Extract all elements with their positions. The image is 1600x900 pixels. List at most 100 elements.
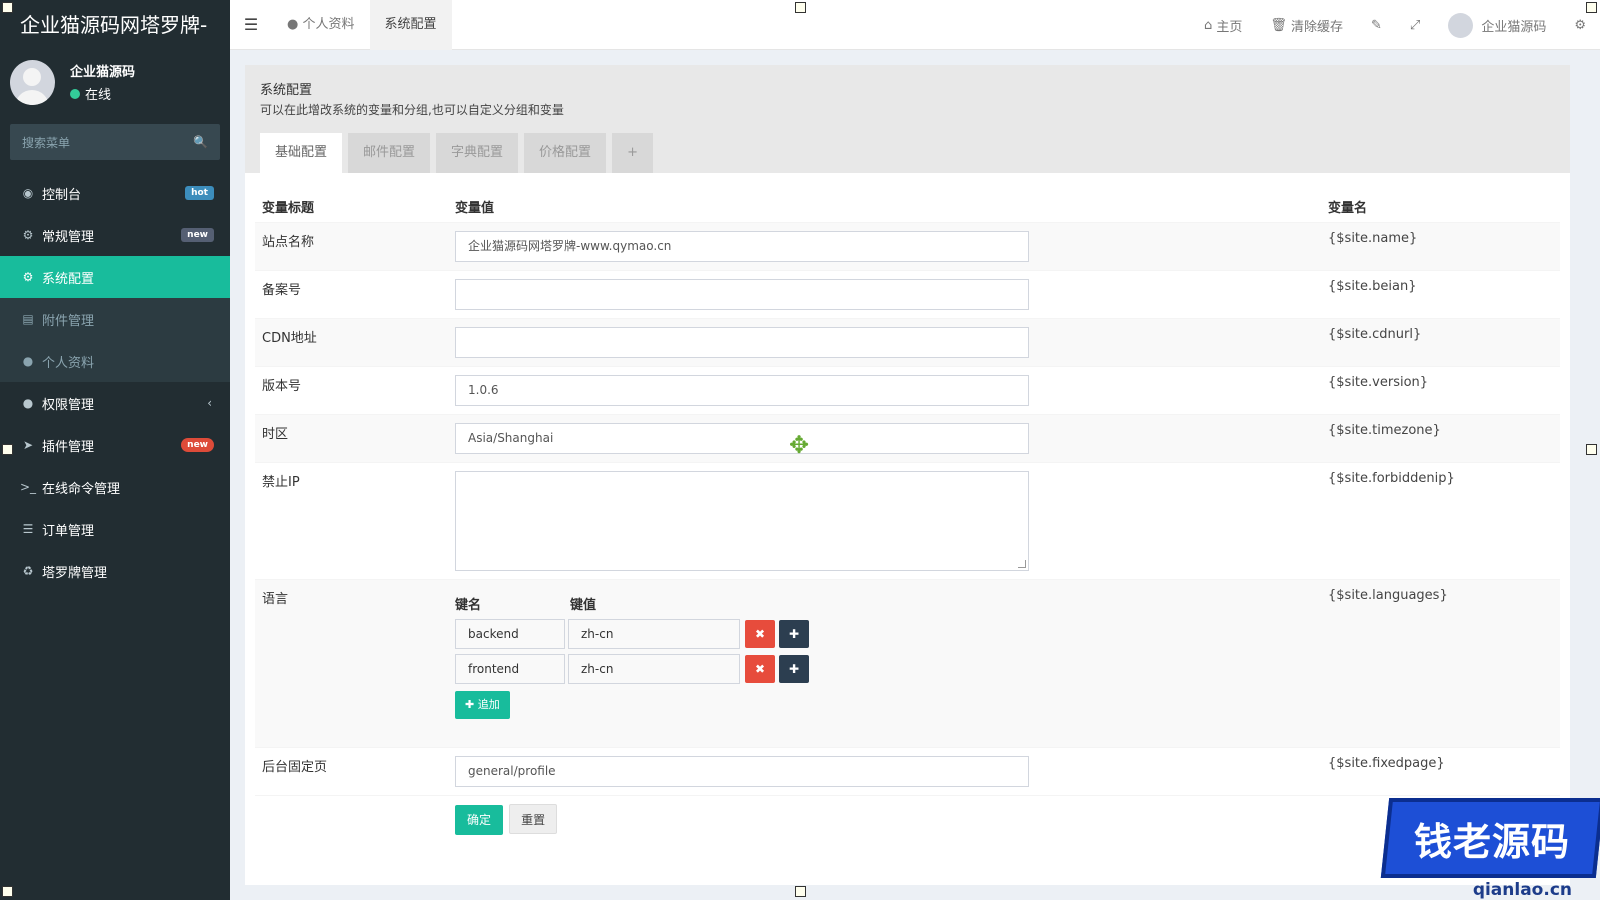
cdn-url-input[interactable] (455, 327, 1029, 358)
sidebar-item-command[interactable]: >_ 在线命令管理 (0, 466, 230, 508)
sidebar-item-attachments[interactable]: ▤ 附件管理 (0, 298, 230, 340)
settings-gear-icon[interactable]: ⚙ (1560, 18, 1600, 33)
config-table: 变量标题 变量值 变量名 站点名称 企业猫源码网塔罗牌-www.qymao.cn… (255, 193, 1560, 843)
var-name: {$site.forbiddenip} (1321, 462, 1560, 580)
user-menu[interactable]: 企业猫源码 (1434, 12, 1560, 38)
value-input[interactable]: zh-cn (568, 654, 740, 684)
menu-toggle-icon[interactable]: ☰ (230, 15, 272, 34)
sidebar-item-tarot[interactable]: ♻ 塔罗牌管理 (0, 550, 230, 592)
sidebar-item-auth[interactable]: ● 权限管理 ‹ (0, 382, 230, 424)
watermark-logo: 钱老源码 (1380, 798, 1600, 878)
sidebar-search-input[interactable]: 搜索菜单 🔍 (10, 124, 220, 160)
column-header: 变量标题 (262, 201, 315, 216)
reset-button[interactable]: 重置 (509, 804, 558, 834)
fullscreen-icon[interactable]: ⤢ (1396, 18, 1434, 33)
move-icon: ✚ (788, 662, 800, 676)
tab-email-config[interactable]: 邮件配置 (348, 133, 431, 173)
add-tab-button[interactable]: + (612, 133, 653, 173)
sidebar-item-system-config[interactable]: ⚙ 系统配置 (0, 256, 230, 298)
sidebar-item-orders[interactable]: ☰ 订单管理 (0, 508, 230, 550)
value-input[interactable]: zh-cn (568, 619, 740, 649)
var-name: {$site.languages} (1321, 579, 1560, 748)
watermark-text: 钱老源码 (1414, 819, 1571, 864)
recycle-icon: ♻ (22, 564, 34, 578)
row-title: 站点名称 (255, 222, 448, 271)
new-badge: new (181, 228, 214, 242)
kv-row: backend zh-cn ✖ ✚ (455, 619, 1314, 649)
row-title: 禁止IP (255, 462, 448, 580)
table-row: 版本号 1.0.6 {$site.version} (255, 366, 1560, 415)
home-icon: ⌂ (1203, 17, 1217, 33)
move-icon: ✚ (788, 627, 800, 641)
resize-handle (2, 2, 13, 13)
dashboard-icon: ◉ (22, 186, 34, 200)
sidebar-item-label: 常规管理 (42, 229, 95, 245)
resize-handle (795, 2, 806, 13)
row-title: 备案号 (255, 270, 448, 319)
row-title: 后台固定页 (255, 747, 448, 796)
header-user-name: 企业猫源码 (1481, 19, 1547, 35)
row-title: 语言 (255, 579, 448, 748)
tab-price-config[interactable]: 价格配置 (524, 133, 607, 173)
sidebar-item-label: 个人资料 (42, 355, 95, 371)
tab-basic-config[interactable]: 基础配置 (260, 133, 343, 173)
key-header: 键名 (455, 598, 482, 613)
resize-handle (1586, 2, 1597, 13)
group-icon: ● (22, 396, 34, 410)
sidebar-item-plugins[interactable]: ➤ 插件管理 new (0, 424, 230, 466)
append-label: 追加 (477, 698, 500, 711)
fixed-page-input[interactable]: general/profile (455, 756, 1029, 787)
timezone-input[interactable]: Asia/Shanghai (455, 423, 1029, 454)
remove-button[interactable]: ✖ (745, 620, 775, 648)
clear-cache-label: 清除缓存 (1291, 19, 1344, 35)
clear-cache-button[interactable]: 🗑 清除缓存 (1256, 16, 1357, 35)
sidebar: 企业猫源码网塔罗牌- 企业猫源码 在线 搜索菜单 🔍 ◉ 控制台 hot ⚙ 常… (0, 0, 230, 900)
forbidden-ip-textarea[interactable] (455, 471, 1029, 571)
close-icon: ✖ (754, 627, 766, 641)
language-icon[interactable]: ✎ (1357, 18, 1396, 33)
search-icon[interactable]: 🔍 (193, 135, 208, 149)
sidebar-item-label: 塔罗牌管理 (42, 565, 108, 581)
list-icon: ☰ (22, 522, 34, 536)
cogs-icon: ⚙ (22, 228, 34, 242)
sidebar-item-general[interactable]: ⚙ 常规管理 new (0, 214, 230, 256)
tab-label: 个人资料 (302, 16, 355, 32)
key-input[interactable]: frontend (455, 654, 565, 684)
sidebar-item-label: 系统配置 (42, 271, 95, 287)
close-icon: ✖ (754, 662, 766, 676)
home-link[interactable]: ⌂ 主页 (1190, 16, 1256, 35)
version-input[interactable]: 1.0.6 (455, 375, 1029, 406)
terminal-icon: >_ (20, 480, 37, 494)
kv-row: frontend zh-cn ✖ ✚ (455, 654, 1314, 684)
tab-profile[interactable]: ● 个人资料 (272, 0, 370, 50)
watermark-url: qianlao.cn (1472, 880, 1572, 900)
var-name: {$site.name} (1321, 222, 1560, 271)
user-status-label: 在线 (85, 88, 112, 103)
panel-heading: 系统配置 可以在此增改系统的变量和分组,也可以自定义分组和变量 基础配置 邮件配… (245, 65, 1570, 173)
table-row: 后台固定页 general/profile {$site.fixedpage} (255, 747, 1560, 796)
key-input[interactable]: backend (455, 619, 565, 649)
sidebar-item-dashboard[interactable]: ◉ 控制台 hot (0, 172, 230, 214)
resize-handle (2, 886, 13, 897)
kv-header: 键名 键值 (455, 594, 1314, 613)
home-label: 主页 (1216, 19, 1243, 35)
online-dot-icon (70, 88, 80, 99)
submit-button[interactable]: 确定 (455, 805, 503, 835)
append-button[interactable]: ✚ 追加 (455, 691, 510, 719)
resize-handle (2, 444, 13, 455)
beian-input[interactable] (455, 279, 1029, 310)
row-title: 版本号 (255, 366, 448, 415)
drag-handle-button[interactable]: ✚ (779, 655, 809, 683)
remove-button[interactable]: ✖ (745, 655, 775, 683)
tab-system-config[interactable]: 系统配置 (369, 0, 452, 50)
user-status: 在线 (70, 84, 135, 103)
avatar (10, 59, 55, 105)
var-name: {$site.beian} (1321, 270, 1560, 319)
site-name-input[interactable]: 企业猫源码网塔罗牌-www.qymao.cn (455, 231, 1029, 262)
app-logo-title[interactable]: 企业猫源码网塔罗牌- (0, 0, 230, 50)
tab-dictionary-config[interactable]: 字典配置 (436, 133, 519, 173)
drag-handle-button[interactable]: ✚ (779, 620, 809, 648)
var-name: {$site.timezone} (1321, 414, 1560, 463)
tab-label: 系统配置 (384, 16, 437, 32)
sidebar-item-profile[interactable]: ● 个人资料 (0, 340, 230, 382)
